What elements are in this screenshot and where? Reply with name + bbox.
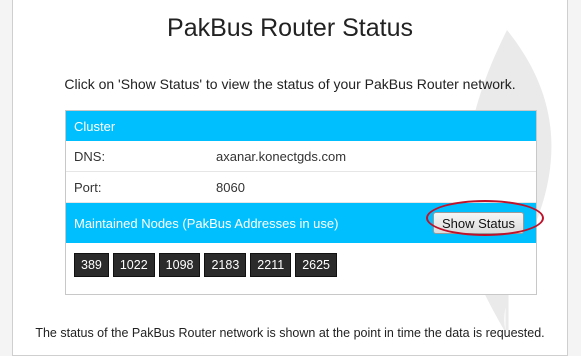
maintained-nodes-label: Maintained Nodes (PakBus Addresses in us…: [74, 215, 339, 231]
dns-value: axanar.konectgds.com: [216, 148, 347, 164]
dns-row: DNS: axanar.konectgds.com: [66, 141, 536, 172]
show-status-button[interactable]: Show Status: [433, 212, 524, 234]
node-badge: 389: [74, 253, 109, 277]
node-badge: 2625: [295, 253, 337, 277]
page-title: PakBus Router Status: [167, 14, 413, 42]
node-list: 389 1022 1098 2183 2211 2625: [66, 243, 536, 287]
port-row: Port: 8060: [66, 172, 536, 203]
node-badge: 1098: [158, 253, 201, 277]
node-badge: 2211: [250, 253, 292, 277]
footer-note: The status of the PakBus Router network …: [35, 326, 545, 340]
node-badge: 1022: [112, 253, 155, 277]
status-page: PakBus Router Status Click on 'Show Stat…: [12, 0, 568, 356]
dns-label: DNS:: [74, 148, 106, 164]
cluster-header-label: Cluster: [74, 118, 116, 134]
router-status-panel: Cluster DNS: axanar.konectgds.com Port: …: [65, 110, 544, 295]
port-value: 8060: [216, 179, 245, 195]
port-label: Port:: [74, 179, 102, 195]
cluster-header: Cluster: [66, 111, 536, 141]
node-badge: 2183: [204, 253, 247, 277]
maintained-nodes-header: Maintained Nodes (PakBus Addresses in us…: [66, 200, 544, 243]
intro-text: Click on 'Show Status' to view the statu…: [64, 76, 516, 92]
